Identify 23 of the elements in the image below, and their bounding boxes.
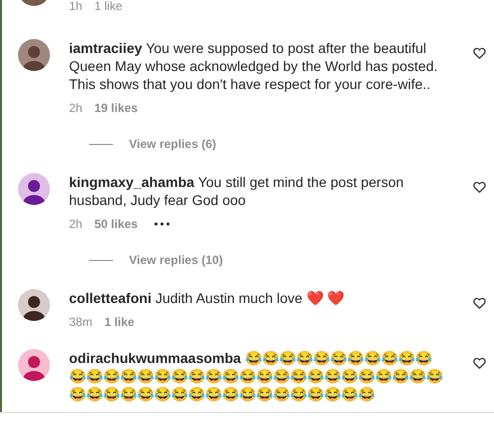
view-replies-link[interactable]: View replies (6)	[129, 135, 216, 153]
more-options-icon[interactable]	[154, 222, 170, 226]
avatar[interactable]	[18, 39, 50, 71]
avatar[interactable]	[18, 289, 50, 321]
comment-text: colletteafoni Judith Austin much love ❤ ❤	[69, 289, 346, 307]
comment-time: 38m	[69, 314, 92, 331]
comment-time: 2h	[69, 100, 82, 117]
like-count[interactable]: 50 likes	[94, 215, 138, 233]
heart-icon[interactable]	[473, 47, 486, 59]
comment-text: kingmaxy_ahamba You still get mind the post person husband, Judy fear God ooo	[69, 173, 405, 209]
avatar[interactable]	[18, 349, 50, 381]
heart-icon[interactable]	[473, 297, 486, 309]
avatar[interactable]	[18, 173, 50, 205]
view-replies-link[interactable]: View replies (10)	[129, 251, 223, 269]
heart-icon[interactable]	[473, 357, 486, 369]
comment-time: 2h	[69, 216, 82, 233]
heart-icon[interactable]	[473, 181, 486, 193]
comment-time: 1h	[69, 0, 82, 12]
like-count[interactable]: 1 like	[94, 0, 122, 12]
comment-text: iamtraciiey You were supposed to post after the beautiful Queen May whose acknowledged by the World has posted. This shows that you don't have respect for your core-wife..	[69, 39, 439, 93]
like-count[interactable]: 1 like	[104, 313, 134, 331]
comment-text: odirachukwummaasomba 😂😂😂😂😂😂😂😂😂😂😂😂😂😂😂😂😂😂😂😂😂😂😂😂😂😂😂😂😂😂😂😂😂😂😂😂😂😂😂😂😂😂😂😂😂😂😂😂😂😂😂	[69, 349, 444, 403]
like-count[interactable]: 19 likes	[94, 99, 138, 117]
